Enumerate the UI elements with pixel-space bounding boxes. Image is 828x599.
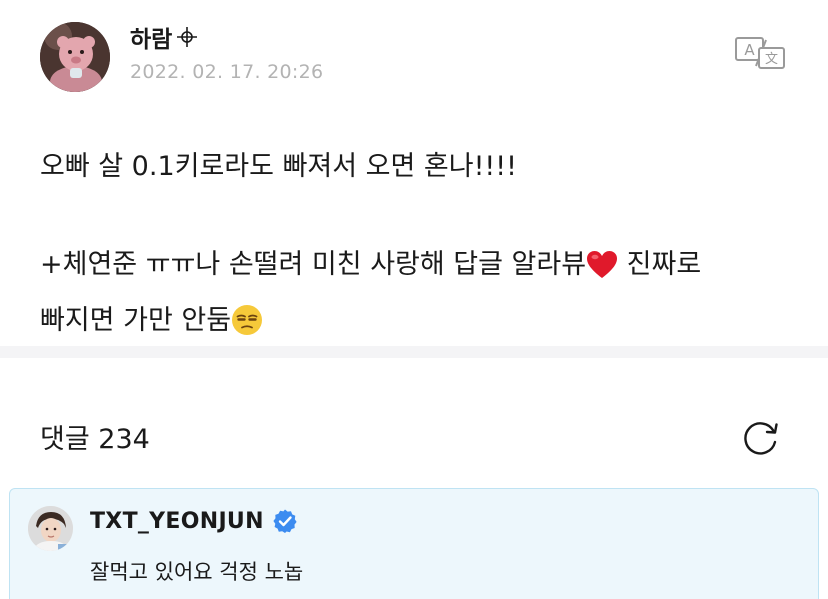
artist-badge-icon xyxy=(176,26,198,48)
verified-badge-icon xyxy=(272,508,298,534)
comments-count-title: 댓글 234 xyxy=(40,424,150,455)
post-line-2: +체연준 ㅠㅠ나 손떨려 미친 사랑해 답글 알라뷰 진짜로 xyxy=(40,240,800,296)
section-divider xyxy=(0,346,828,358)
comment-author-row[interactable]: TXT_YEONJUN xyxy=(90,508,298,534)
svg-text:A: A xyxy=(744,41,755,59)
post-line-1: 오빠 살 0.1키로라도 빠져서 오면 혼나!!!! xyxy=(40,151,517,182)
post-date: 2022. 02. 17. 20:26 xyxy=(130,61,324,83)
comment-author-avatar[interactable] xyxy=(28,506,73,551)
highlighted-comment[interactable]: TXT_YEONJUN 잘먹고 있어요 걱정 노놉 xyxy=(9,488,819,599)
post-line-2-tail: 진짜로 xyxy=(626,249,702,280)
refresh-icon xyxy=(744,422,778,455)
unamused-face-emoji xyxy=(231,303,263,352)
refresh-button[interactable] xyxy=(740,416,782,458)
post-line-3-text: 빠지면 가만 안둠 xyxy=(40,305,232,336)
post-line-3: 빠지면 가만 안둠 xyxy=(40,296,800,352)
post-header: 하람 2022. 02. 17. 20:26 A 文 xyxy=(0,0,828,110)
author-name-row[interactable]: 하람 xyxy=(130,20,198,54)
author-name[interactable]: 하람 xyxy=(130,20,172,54)
translate-icon: A 文 xyxy=(735,37,785,69)
red-heart-emoji xyxy=(586,247,618,296)
translate-button[interactable]: A 文 xyxy=(734,36,786,70)
post-line-2-text: +체연준 ㅠㅠ나 손떨려 미친 사랑해 답글 알라뷰 xyxy=(40,249,587,280)
comment-author-name[interactable]: TXT_YEONJUN xyxy=(90,509,264,534)
author-avatar[interactable] xyxy=(40,22,110,92)
svg-text:文: 文 xyxy=(765,52,778,67)
post-detail-screen: 하람 2022. 02. 17. 20:26 A 文 오빠 살 0.1키로라도 … xyxy=(0,0,828,599)
post-body: 오빠 살 0.1키로라도 빠져서 오면 혼나!!!! +체연준 ㅠㅠ나 손떨려 … xyxy=(40,142,800,352)
comment-text: 잘먹고 있어요 걱정 노놉 xyxy=(90,560,304,584)
